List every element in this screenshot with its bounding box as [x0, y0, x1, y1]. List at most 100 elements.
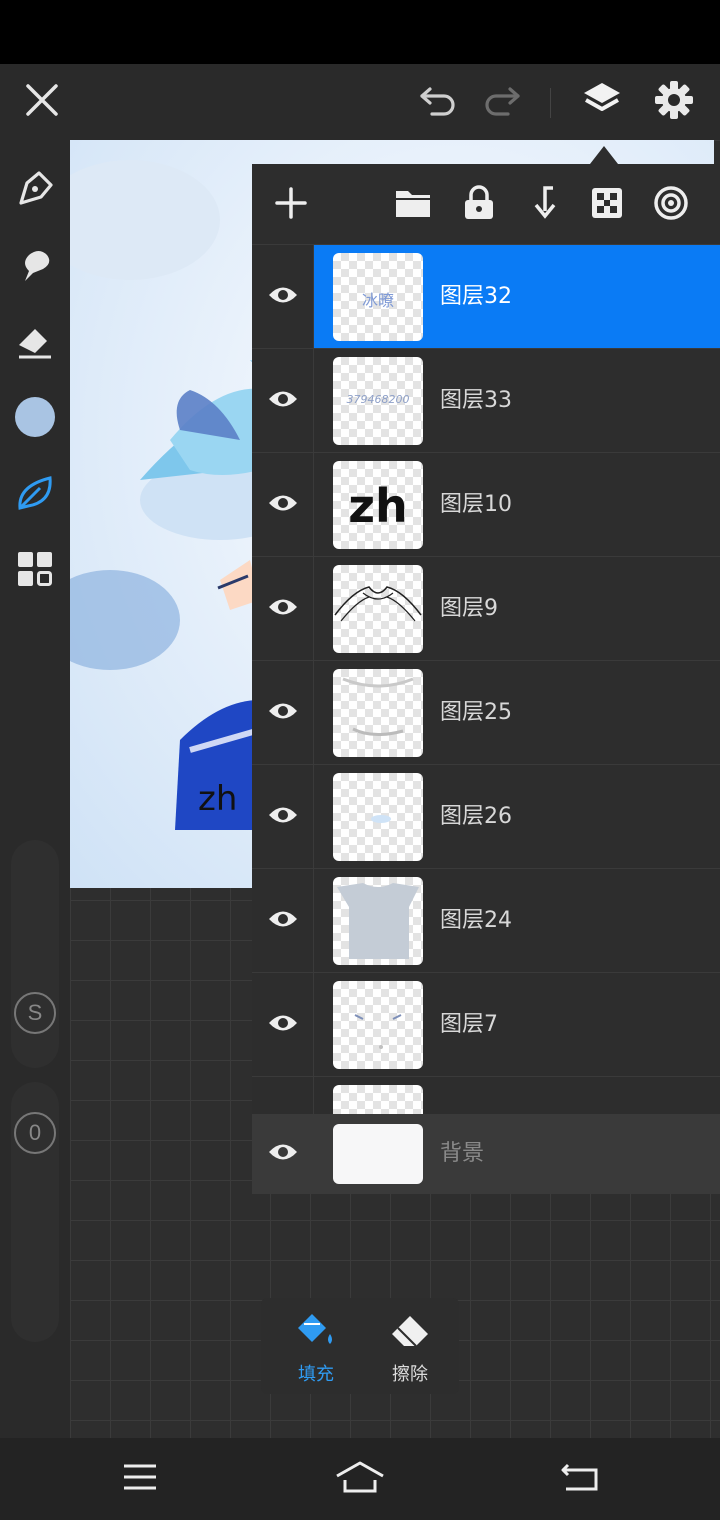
app-screen: zh S 0 冰暸 图层32 379468200 图层33 zh 图层10 图层… [0, 0, 720, 1520]
gallery-button[interactable] [10, 546, 60, 596]
layer-body[interactable]: zh 图层10 [314, 453, 720, 557]
layer-body[interactable]: 冰暸 图层32 [314, 245, 720, 349]
visibility-toggle[interactable] [252, 453, 314, 557]
layers-button[interactable] [574, 64, 630, 140]
visibility-toggle[interactable] [252, 973, 314, 1077]
eye-icon [267, 388, 299, 414]
menu-button[interactable] [100, 1438, 180, 1520]
fill-tool-button[interactable]: 填充 [269, 1298, 363, 1394]
gear-icon [654, 80, 694, 124]
brush-size-knob[interactable]: S [14, 992, 56, 1034]
divider [550, 88, 551, 118]
thumbnail-text: 冰暸 [361, 291, 394, 310]
erase-tool-button[interactable]: 擦除 [363, 1298, 457, 1394]
layer-body[interactable]: 图层7 [314, 973, 720, 1077]
visibility-toggle[interactable] [252, 557, 314, 661]
layer-body[interactable]: 图层9 [314, 557, 720, 661]
layer-row-partial[interactable] [252, 1076, 720, 1114]
status-bar [0, 0, 720, 64]
layer-name: 图层32 [440, 284, 512, 309]
layer-row[interactable]: 图层24 [252, 868, 720, 973]
layer-body[interactable]: 图层24 [314, 869, 720, 973]
settings-button[interactable] [646, 64, 702, 140]
background-thumbnail [333, 1124, 423, 1184]
new-group-button[interactable] [388, 180, 438, 230]
layer-name: 图层26 [440, 804, 512, 829]
eye-icon [267, 284, 299, 310]
layer-name: 图层33 [440, 388, 512, 413]
layer-row[interactable]: 图层26 [252, 764, 720, 869]
home-icon [335, 1460, 385, 1498]
layer-row[interactable]: 冰暸 图层32 [252, 244, 720, 349]
layer-thumbnail [333, 1085, 423, 1114]
eye-icon [267, 804, 299, 830]
lineart-preview [334, 586, 422, 622]
layer-row[interactable]: 图层7 [252, 972, 720, 1077]
smudge-tool-button[interactable] [10, 242, 60, 292]
back-button[interactable] [540, 1438, 620, 1520]
background-layer-name: 背景 [440, 1141, 485, 1166]
leaf-brush-icon [14, 472, 56, 518]
layer-row[interactable]: zh 图层10 [252, 452, 720, 557]
eye-icon [267, 492, 299, 518]
pen-icon [15, 169, 55, 213]
eye-icon [267, 596, 299, 622]
layer-body[interactable]: 图层25 [314, 661, 720, 765]
visibility-toggle[interactable] [252, 1114, 314, 1194]
tool-sidebar: S 0 [0, 140, 70, 1438]
add-layer-button[interactable] [266, 180, 316, 230]
layer-row[interactable]: 图层25 [252, 660, 720, 765]
lock-icon [462, 185, 496, 225]
close-button[interactable] [14, 64, 70, 140]
layer-thumbnail [333, 565, 423, 653]
divider [313, 1077, 314, 1114]
layer-thumbnail: zh [333, 461, 423, 549]
visibility-toggle[interactable] [252, 765, 314, 869]
grid-icon [15, 549, 55, 593]
layer-thumbnail: 379468200 [333, 357, 423, 445]
paint-bucket-icon [269, 1310, 363, 1350]
pen-tool-button[interactable] [10, 166, 60, 216]
layer-thumbnail [333, 981, 423, 1069]
visibility-toggle[interactable] [252, 245, 314, 349]
lock-layer-button[interactable] [454, 180, 504, 230]
home-button[interactable] [320, 1438, 400, 1520]
layer-name: 图层24 [440, 908, 512, 933]
undo-icon [418, 83, 458, 121]
back-icon [560, 1462, 600, 1496]
undo-button[interactable] [410, 64, 466, 140]
layer-name: 图层9 [440, 596, 498, 621]
reference-button[interactable] [646, 180, 696, 230]
shading-preview [342, 677, 414, 736]
layers-toolbar [252, 164, 720, 246]
alpha-lock-button[interactable] [582, 180, 632, 230]
visibility-toggle[interactable] [252, 869, 314, 973]
layer-row[interactable]: 图层9 [252, 556, 720, 661]
eraser-icon [15, 321, 55, 365]
redo-button[interactable] [474, 64, 530, 140]
brush-library-button[interactable] [10, 470, 60, 520]
layer-row[interactable]: 379468200 图层33 [252, 348, 720, 453]
layer-thumbnail [333, 773, 423, 861]
visibility-toggle[interactable] [252, 661, 314, 765]
erase-label: 擦除 [392, 1364, 428, 1385]
layer-body[interactable]: 379468200 图层33 [314, 349, 720, 453]
top-toolbar [0, 64, 720, 140]
layer-name: 图层25 [440, 700, 512, 725]
layer-body[interactable]: 图层26 [314, 765, 720, 869]
merge-down-button[interactable] [518, 180, 568, 230]
highlight-preview [371, 815, 391, 823]
layer-name: 图层10 [440, 492, 512, 517]
eraser-icon [363, 1310, 457, 1350]
opacity-knob[interactable]: 0 [14, 1112, 56, 1154]
background-layer-row[interactable]: 背景 [252, 1114, 720, 1194]
thumbnail-text: zh [348, 479, 408, 533]
eye-icon [267, 700, 299, 726]
thumbnail-text: 379468200 [346, 393, 410, 406]
eye-icon [267, 908, 299, 934]
color-swatch-icon [13, 395, 57, 443]
eraser-tool-button[interactable] [10, 318, 60, 368]
visibility-toggle[interactable] [252, 349, 314, 453]
color-swatch-button[interactable] [10, 394, 60, 444]
menu-icon [122, 1463, 158, 1495]
